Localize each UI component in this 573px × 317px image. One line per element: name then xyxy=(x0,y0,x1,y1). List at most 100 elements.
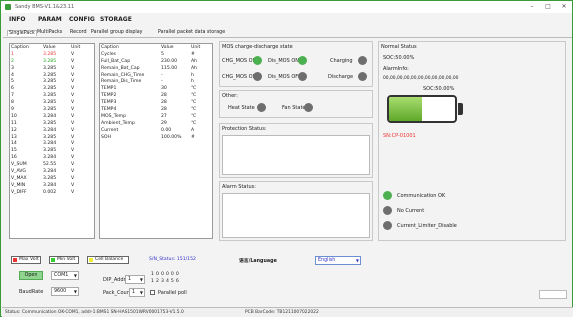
table-row[interactable]: MOS_Temp 27 ℃ xyxy=(100,113,212,120)
heat-state-indicator xyxy=(257,103,266,112)
protection-status-list[interactable] xyxy=(222,135,370,175)
table-row[interactable]: Cycles 5 # xyxy=(100,51,212,58)
dis-mos-on-indicator xyxy=(298,56,307,65)
caption-cell: 15 xyxy=(11,148,17,154)
value-cell: 3.284 xyxy=(43,141,57,147)
no-current-label: No Current xyxy=(397,208,425,214)
menu-config[interactable]: CONFIG xyxy=(69,16,95,23)
table-row[interactable]: Ambient_Temp 29 ℃ xyxy=(100,120,212,127)
unit-cell: V xyxy=(71,51,75,57)
caption-cell: 8 xyxy=(11,100,14,106)
caption-cell: 5 xyxy=(11,79,14,85)
unit-cell: V xyxy=(71,155,75,161)
table-row[interactable]: Remain_Bat_Cap 115.00 Ah xyxy=(100,65,212,72)
value-cell: 3.284 xyxy=(43,168,57,174)
open-button[interactable]: Open xyxy=(19,271,43,280)
caption-cell: Ambient_Temp xyxy=(101,120,135,126)
table-row[interactable]: V_MAX 3.285 V xyxy=(10,175,94,182)
dip-addr-select[interactable]: 1 ▼ xyxy=(125,275,145,284)
table-row[interactable]: 2 3.285 V xyxy=(10,58,94,65)
table-row[interactable]: 4 3.285 V xyxy=(10,72,94,79)
table-row[interactable]: 10 3.284 V xyxy=(10,113,94,120)
value-cell: 3.285 xyxy=(43,100,57,106)
table-row[interactable]: SOH 100.00% # xyxy=(100,134,212,141)
menu-info[interactable]: INFO xyxy=(9,16,25,23)
table-row[interactable]: 14 3.284 V xyxy=(10,140,94,147)
table-row[interactable]: 13 3.285 V xyxy=(10,134,94,141)
caption-cell: V_MIN xyxy=(11,182,26,188)
table-row[interactable]: 15 3.285 V xyxy=(10,147,94,154)
tab-parallel-storage[interactable]: Parallel packet data storage xyxy=(158,30,225,35)
protection-title: Protection Status: xyxy=(222,126,267,132)
pack-count-value: 1 xyxy=(132,290,136,295)
table-row[interactable]: V_SUM 52.55 V xyxy=(10,161,94,168)
table-row[interactable]: Remain_Dis_Time - h xyxy=(100,78,212,85)
small-input-box[interactable] xyxy=(539,290,567,299)
value-cell: 3.285 xyxy=(43,120,57,126)
table-row[interactable]: V_DIFF 0.002 V xyxy=(10,189,94,196)
table-row[interactable]: 1 3.285 V xyxy=(10,51,94,58)
com-port-value: COM1 xyxy=(54,273,69,278)
value-cell: 52.55 xyxy=(43,162,57,168)
caption-cell: MOS_Temp xyxy=(101,113,127,119)
unit-cell: ℃ xyxy=(191,106,197,112)
table-row[interactable]: 5 3.285 V xyxy=(10,78,94,85)
baudrate-label: BaudRate xyxy=(19,289,44,295)
tab-multipacks[interactable]: MultiPacks xyxy=(37,30,62,35)
table-row[interactable]: TEMP3 28 ℃ xyxy=(100,99,212,106)
tab-record[interactable]: Record xyxy=(70,30,87,35)
maximize-icon[interactable]: □ xyxy=(541,3,555,11)
table-row[interactable]: TEMP2 28 ℃ xyxy=(100,92,212,99)
parallel-poll-checkbox[interactable] xyxy=(150,290,155,295)
table-row[interactable]: 11 3.285 V xyxy=(10,120,94,127)
unit-cell: V xyxy=(71,134,75,140)
table-row[interactable]: 7 3.285 V xyxy=(10,92,94,99)
unit-header: Unit xyxy=(191,44,201,50)
caption-cell: 13 xyxy=(11,134,17,140)
unit-cell: ℃ xyxy=(191,100,197,106)
normal-title: Normal Status xyxy=(381,44,417,50)
caption-cell: 6 xyxy=(11,86,14,92)
table-row[interactable]: Full_Bat_Cap 230.00 Ah xyxy=(100,58,212,65)
alarm-status-list[interactable] xyxy=(222,193,370,238)
table-row[interactable]: V_MIN 3.284 V xyxy=(10,182,94,189)
cell-voltage-table: Caption Value Unit 1 3.285 V 2 3.285 V 3 3.285 V… xyxy=(10,44,94,196)
baudrate-select[interactable]: 9600 ▼ xyxy=(51,287,79,296)
close-icon[interactable]: ✕ xyxy=(557,3,571,11)
value-cell: 3.284 xyxy=(43,155,57,161)
table-row[interactable]: 16 3.284 V xyxy=(10,154,94,161)
tab-singlepack[interactable]: SinglePack xyxy=(7,30,37,36)
alarm-info-hex: 00,00,00,00,00,00,00,00,00,00,00 xyxy=(383,76,459,81)
normal-status-group: Normal Status SOC:50.00% AlarmInfo: 00,0… xyxy=(378,41,566,241)
chg-mos-on-label: CHG_MOS ON xyxy=(222,58,257,64)
unit-cell: V xyxy=(71,106,75,112)
table-row[interactable]: 8 3.285 V xyxy=(10,99,94,106)
unit-cell: V xyxy=(71,168,75,174)
value-cell: 3.284 xyxy=(43,127,57,133)
table-row[interactable]: Current 0.00 A xyxy=(100,127,212,134)
table-row[interactable]: V_AVG 3.284 V xyxy=(10,168,94,175)
minimize-icon[interactable]: – xyxy=(525,3,539,11)
language-select[interactable]: English ▼ xyxy=(315,256,361,265)
table-row[interactable]: 3 3.285 V xyxy=(10,65,94,72)
table-row[interactable]: TEMP1 30 ℃ xyxy=(100,85,212,92)
other-title: Other: xyxy=(222,93,238,99)
table-row[interactable]: Remain_CHG_Time - h xyxy=(100,72,212,79)
table-row[interactable]: 6 3.285 V xyxy=(10,85,94,92)
caption-cell: TEMP2 xyxy=(101,93,117,99)
table-row[interactable]: 9 3.285 V xyxy=(10,106,94,113)
value-cell: 5 xyxy=(161,51,164,57)
menu-storage[interactable]: STORAGE xyxy=(100,16,132,23)
value-cell: 3.285 xyxy=(43,58,57,64)
value-cell: - xyxy=(161,72,163,78)
chevron-down-icon: ▼ xyxy=(73,289,77,294)
tab-parallel-group[interactable]: Parallel group display xyxy=(91,30,143,35)
table-row[interactable]: 12 3.284 V xyxy=(10,127,94,134)
title-bar: Sandy BMS-V1.1&23.11 – □ ✕ xyxy=(1,1,572,13)
com-port-select[interactable]: COM1 ▼ xyxy=(51,271,79,280)
table-row[interactable]: TEMP4 28 ℃ xyxy=(100,106,212,113)
menu-param[interactable]: PARAM xyxy=(38,16,62,23)
pack-count-select[interactable]: 1 ▼ xyxy=(129,288,145,297)
caption-cell: Remain_Dis_Time xyxy=(101,79,142,85)
cell-balance-swatch xyxy=(89,258,93,262)
